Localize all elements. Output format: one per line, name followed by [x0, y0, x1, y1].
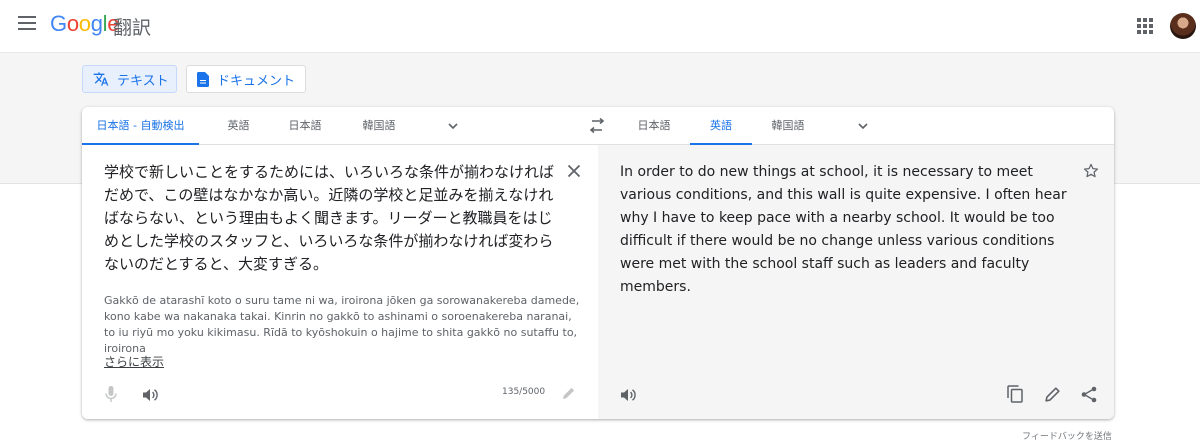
target-tab-english[interactable]: 英語 — [690, 107, 752, 146]
source-tab-japanese[interactable]: 日本語 — [276, 107, 334, 145]
pencil-icon[interactable] — [562, 386, 576, 400]
character-count: 135/5000 — [502, 387, 546, 397]
menu-icon[interactable] — [18, 16, 36, 30]
microphone-icon[interactable] — [105, 386, 117, 403]
source-tab-detect[interactable]: 日本語 - 自動検出 — [82, 107, 199, 146]
star-icon[interactable] — [1082, 162, 1100, 180]
document-mode-label: ドキュメント — [217, 73, 296, 89]
text-mode-label: テキスト — [117, 73, 169, 89]
language-bar: 日本語 - 自動検出 英語 日本語 韓国語 日本語 英語 韓国語 — [82, 107, 1114, 146]
source-tab-english[interactable]: 英語 — [215, 107, 262, 145]
target-tab-korean[interactable]: 韓国語 — [762, 107, 814, 145]
avatar[interactable] — [1170, 13, 1196, 39]
document-icon — [197, 71, 209, 87]
romanization-text: Gakkō de atarashī koto o suru tame ni wa… — [104, 294, 580, 355]
close-icon[interactable] — [567, 164, 581, 178]
swap-icon[interactable] — [588, 118, 606, 134]
show-more-link[interactable]: さらに表示 — [104, 353, 164, 370]
document-mode-button[interactable]: ドキュメント — [186, 65, 306, 93]
speaker-icon[interactable] — [621, 388, 637, 402]
target-pane: In order to do new things at school, it … — [598, 145, 1114, 419]
copy-icon[interactable] — [1007, 385, 1023, 403]
translation-card: 日本語 - 自動検出 英語 日本語 韓国語 日本語 英語 韓国語 学校で新しいこ… — [82, 107, 1114, 419]
translate-icon — [93, 72, 109, 86]
pencil-icon[interactable] — [1045, 386, 1061, 402]
top-app-bar: Google 翻訳 — [0, 0, 1200, 52]
text-mode-button[interactable]: テキスト — [82, 65, 177, 93]
chevron-down-icon[interactable] — [858, 121, 868, 131]
product-name: 翻訳 — [113, 17, 152, 39]
translation-text: In order to do new things at school, it … — [620, 164, 1067, 295]
speaker-icon[interactable] — [143, 388, 159, 402]
send-feedback-link[interactable]: フィードバックを送信 — [1022, 429, 1112, 442]
google-logo[interactable]: Google — [50, 11, 119, 37]
chevron-down-icon[interactable] — [448, 121, 458, 131]
source-tab-korean[interactable]: 韓国語 — [350, 107, 408, 145]
source-pane: 学校で新しいことをするためには、いろいろな条件が揃わなければだめで、この壁はなか… — [82, 145, 598, 419]
share-icon[interactable] — [1081, 386, 1097, 403]
target-tab-japanese[interactable]: 日本語 — [628, 107, 680, 145]
source-textarea[interactable]: 学校で新しいことをするためには、いろいろな条件が揃わなければだめで、この壁はなか… — [104, 161, 564, 276]
apps-grid-icon[interactable] — [1137, 18, 1153, 34]
